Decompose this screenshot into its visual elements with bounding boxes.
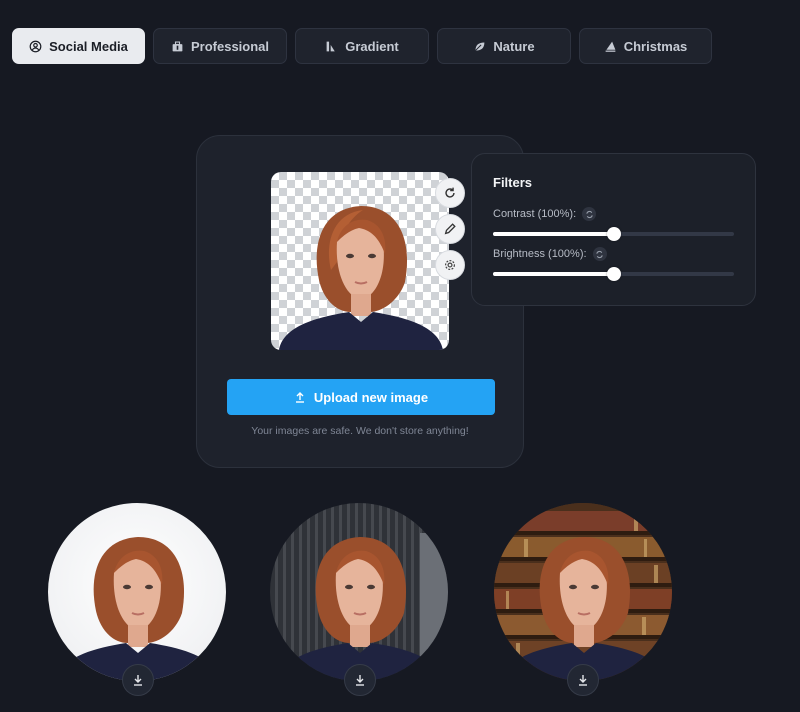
tab-label: Christmas — [623, 38, 688, 54]
brightness-slider[interactable] — [493, 266, 734, 282]
result-bookshelf-background — [494, 503, 672, 681]
brightness-reset-icon[interactable] — [592, 247, 607, 261]
download-icon — [134, 675, 142, 686]
leaf-icon — [475, 41, 485, 51]
image-preview — [271, 172, 449, 350]
slider-thumb[interactable] — [606, 227, 621, 241]
upload-label: Upload new image — [313, 389, 429, 405]
filters-panel: Filters Contrast (100%): Brightness (100… — [471, 153, 756, 306]
contrast-label: Contrast (100%): — [493, 208, 577, 220]
settings-button[interactable] — [435, 250, 465, 280]
tab-christmas[interactable]: Christmas — [579, 28, 712, 64]
download-button-white[interactable] — [122, 664, 154, 696]
portrait-bookshelf-bg — [494, 503, 672, 681]
download-icon — [579, 675, 587, 686]
user-circle-icon — [29, 40, 42, 52]
brightness-label: Brightness (100%): — [493, 248, 587, 260]
portrait-transparent — [279, 206, 443, 350]
tab-label: Professional — [190, 38, 270, 54]
briefcase-icon — [172, 41, 183, 51]
download-icon — [356, 675, 364, 686]
settings-icon — [445, 260, 455, 270]
tab-social-media[interactable]: Social Media — [12, 28, 145, 64]
tab-professional[interactable]: Professional — [153, 28, 287, 64]
brightness-label-row: Brightness (100%): — [493, 247, 607, 261]
portrait-white-bg — [56, 537, 220, 681]
tab-label: Social Media — [49, 38, 128, 54]
upload-button[interactable]: Upload new image — [227, 379, 495, 415]
result-stripes-background — [270, 503, 448, 681]
gradient-icon — [326, 41, 336, 51]
rotate-button[interactable] — [435, 178, 465, 208]
tab-label: Gradient — [345, 38, 399, 54]
style-tabs: Social Media Professional Gradient Natur… — [12, 28, 712, 64]
edit-button[interactable] — [435, 214, 465, 244]
tab-gradient[interactable]: Gradient — [295, 28, 429, 64]
portrait-stripes-bg — [278, 533, 448, 681]
slider-fill — [493, 272, 614, 276]
slider-thumb[interactable] — [606, 267, 621, 281]
tree-icon — [605, 41, 616, 52]
slider-fill — [493, 232, 614, 236]
download-button-stripes[interactable] — [344, 664, 376, 696]
pen-icon — [444, 223, 456, 235]
rotate-icon — [445, 187, 455, 198]
result-white-background — [48, 503, 226, 681]
tab-label: Nature — [493, 38, 535, 54]
download-button-bookshelf[interactable] — [567, 664, 599, 696]
upload-icon — [295, 392, 304, 403]
contrast-label-row: Contrast (100%): — [493, 207, 597, 221]
filters-title: Filters — [493, 175, 533, 190]
contrast-slider[interactable] — [493, 226, 734, 242]
tab-nature[interactable]: Nature — [437, 28, 571, 64]
privacy-note: Your images are safe. We don't store any… — [251, 425, 469, 437]
contrast-reset-icon[interactable] — [582, 207, 597, 221]
